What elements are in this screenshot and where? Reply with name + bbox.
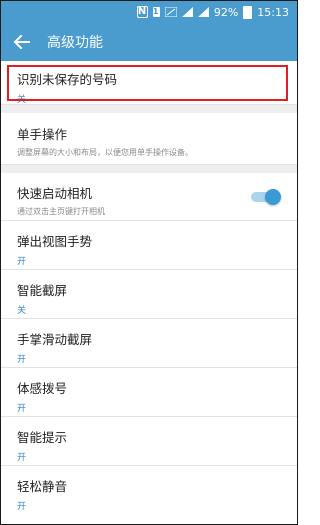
setting-status: 开 bbox=[17, 502, 27, 512]
setting-status: 开 bbox=[17, 355, 27, 365]
setting-palm-swipe-capture[interactable]: 手掌滑动截屏 开 bbox=[1, 319, 297, 368]
setting-title: 弹出视图手势 bbox=[17, 234, 93, 249]
quick-launch-camera-toggle[interactable] bbox=[251, 188, 281, 205]
page-title: 高级功能 bbox=[47, 35, 103, 51]
setting-one-handed-mode[interactable]: 单手操作 调整屏幕的大小和布局，以便您用单手操作设备。 bbox=[1, 113, 297, 165]
setting-title: 体感拨号 bbox=[17, 381, 68, 396]
clock: 15:13 bbox=[257, 5, 289, 19]
setting-title: 快速启动相机 bbox=[17, 186, 93, 201]
screen: N 1 92% 15:13 高级功能 识别未保存的号码 关 单手操作 调整屏幕的… bbox=[0, 0, 298, 525]
setting-direct-call[interactable]: 体感拨号 开 bbox=[1, 368, 297, 417]
setting-title: 智能提示 bbox=[17, 430, 68, 445]
signal-icon bbox=[181, 7, 193, 17]
setting-quick-launch-camera[interactable]: 快速启动相机 通过双击主页键打开相机 bbox=[1, 173, 297, 221]
setting-status: 开 bbox=[17, 404, 27, 414]
signal-icon-2 bbox=[197, 7, 209, 17]
setting-smart-capture[interactable]: 智能截屏 关 bbox=[1, 270, 297, 319]
sim-icon: 1 bbox=[152, 7, 160, 17]
setting-status: 开 bbox=[17, 453, 27, 463]
highlight-box bbox=[7, 65, 288, 101]
arrow-left-icon bbox=[14, 35, 30, 49]
setting-smart-alert[interactable]: 智能提示 开 bbox=[1, 417, 297, 466]
setting-description: 调整屏幕的大小和布局，以便您用单手操作设备。 bbox=[17, 148, 193, 157]
battery-percentage: 92% bbox=[213, 5, 239, 19]
back-button[interactable] bbox=[11, 31, 33, 53]
setting-title: 智能截屏 bbox=[17, 283, 68, 298]
setting-status: 开 bbox=[17, 257, 27, 267]
battery-icon bbox=[243, 5, 253, 19]
wifi-calling-icon bbox=[164, 7, 177, 17]
setting-pop-up-view-gesture[interactable]: 弹出视图手势 开 bbox=[1, 221, 297, 270]
toggle-knob bbox=[265, 188, 281, 205]
setting-easy-mute[interactable]: 轻松静音 开 bbox=[1, 466, 297, 515]
nfc-icon: N bbox=[136, 6, 148, 18]
setting-title: 单手操作 bbox=[17, 127, 68, 142]
setting-description: 通过双击主页键打开相机 bbox=[17, 207, 105, 216]
status-bar: N 1 92% 15:13 bbox=[1, 1, 297, 23]
setting-title: 轻松静音 bbox=[17, 479, 68, 494]
setting-status: 关 bbox=[17, 306, 27, 316]
section-divider bbox=[1, 165, 297, 173]
setting-title: 手掌滑动截屏 bbox=[17, 332, 93, 347]
section-divider bbox=[1, 105, 297, 113]
settings-list: 识别未保存的号码 关 单手操作 调整屏幕的大小和布局，以便您用单手操作设备。 快… bbox=[1, 61, 297, 515]
app-bar: 高级功能 bbox=[1, 23, 297, 61]
